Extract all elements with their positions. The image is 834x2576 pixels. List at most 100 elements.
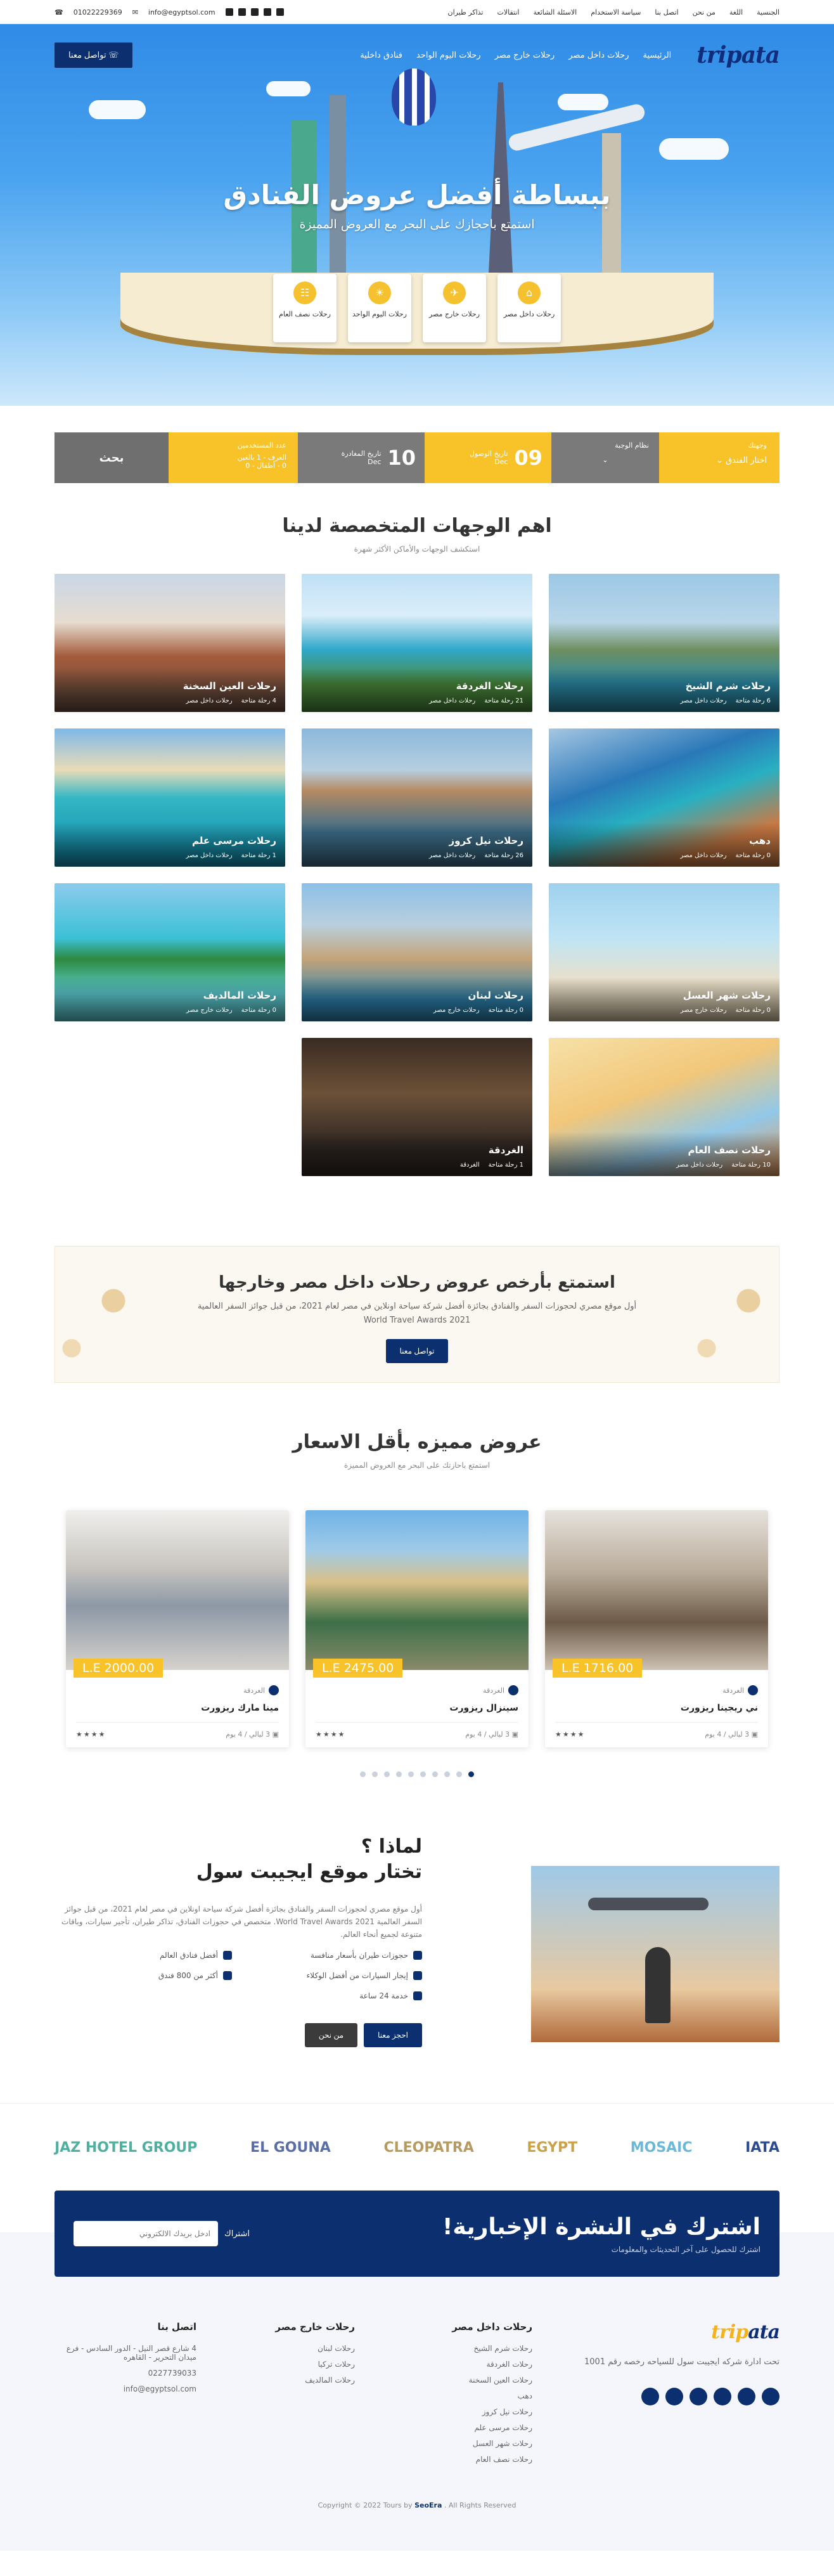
contact-button[interactable]: ☏ تواصل معنا [55,42,133,68]
meal-select[interactable]: نظام الوجبة ⌄ [551,432,659,483]
destination-card[interactable]: رحلات الغردقة 21 رحلة متاحة رحلات داخل مصر [302,574,532,712]
nav-home[interactable]: الرئيسية [643,51,671,60]
search-button[interactable]: بحث [55,432,169,483]
carousel-dot[interactable] [372,1771,378,1777]
instagram-icon[interactable] [250,8,259,16]
nav-international[interactable]: رحلات خارج مصر [495,51,555,60]
transfers-link[interactable]: انتقالات [497,8,520,16]
footer-link[interactable]: رحلات العين السخنة [387,2376,532,2385]
trip-count: 1 رحلة متاحة [241,852,276,859]
footer-link[interactable]: رحلات شرم الشيخ [387,2344,532,2353]
destination-card[interactable]: دهب 0 رحلة متاحة رحلات داخل مصر [549,728,779,867]
footer-link[interactable]: رحلات نيل كروز [387,2407,532,2416]
checkout-month: Dec [368,458,382,466]
trip-count: 21 رحلة متاحة [484,697,523,704]
destination-meta: 0 رحلة متاحة رحلات خارج مصر [186,1007,276,1014]
footer-link[interactable]: رحلات مرسى علم [387,2423,532,2432]
terms-link[interactable]: سياسة الاستخدام [591,8,641,16]
facebook-icon[interactable] [276,8,284,16]
nationality-link[interactable]: الجنسية [757,8,779,16]
destination-select[interactable]: وجهتك اختار الفندق ⌄ [659,432,779,483]
language-link[interactable]: اللغة [729,8,743,16]
destination-name: الغردقة [488,1144,523,1156]
footer-link[interactable]: رحلات المالديف [228,2376,355,2385]
offer-name[interactable]: مينا مارك ريزورت [76,1703,279,1713]
twitter-icon[interactable] [738,2388,755,2405]
destination-card[interactable]: رحلات المالديف 0 رحلة متاحة رحلات خارج مصر [55,883,285,1021]
destination-card[interactable]: رحلات نصف العام 10 رحلة متاحة رحلات داخل م… [549,1038,779,1176]
nav-day-trips[interactable]: رحلات اليوم الواحد [416,51,481,60]
footer-link[interactable]: دهب [387,2392,532,2400]
offer-name[interactable]: ني ريجينا ريزورت [555,1703,758,1713]
offer-card[interactable]: L.E 2000.00 الغردقة مينا مارك ريزورت ▣ 3 لي… [66,1510,289,1747]
book-button[interactable]: احجز معنا [364,2023,422,2047]
destination-card[interactable]: رحلات لبنان 0 رحلة متاحة رحلات خارج مصر [302,883,532,1021]
destination-card[interactable]: رحلات مرسى علم 1 رحلة متاحة رحلات داخل مصر [55,728,285,867]
promo-contact-button[interactable]: تواصل معنا [385,1339,449,1363]
footer-link[interactable]: رحلات الغردقة [387,2360,532,2369]
category-day-trips[interactable]: ☀ رحلات اليوم الواحد [348,274,411,342]
newsletter-email-input[interactable] [74,2221,218,2246]
destination-card[interactable]: رحلات شرم الشيخ 6 رحلة متاحة رحلات داخل مص… [549,574,779,712]
footer-link[interactable]: رحلات تركيا [228,2360,355,2369]
footer-contact-item[interactable]: info@egyptsol.com [57,2385,196,2393]
tiktok-icon[interactable] [238,8,246,16]
top-bar: الجنسية اللغة من نحن اتصل بنا سياسة الاس… [0,0,834,24]
guests-select[interactable]: عدد المستخدمين الغرف - 1 بالغين 0 - أطفا… [169,432,298,483]
offer-card[interactable]: L.E 2475.00 الغردقة سينزال ريزورت ▣ 3 ليالي… [305,1510,529,1747]
destination-meta: 1 رحلة متاحة الغردقة [460,1162,523,1168]
nav-domestic[interactable]: رحلات داخل مصر [568,51,629,60]
calendar-icon: ☷ [293,282,316,304]
tiktok-icon[interactable] [714,2388,731,2405]
instagram-icon[interactable] [690,2388,707,2405]
category-international[interactable]: ✈ رحلات خارج مصر [423,274,486,342]
faq-link[interactable]: الاسئلة الشائعة [533,8,577,16]
trip-count: 0 رحلة متاحة [488,1007,523,1014]
youtube-icon[interactable] [225,8,233,16]
feature-label: أفضل فنادق العالم [160,1951,218,1960]
twitter-icon[interactable] [263,8,271,16]
checkin-month: Dec [494,458,508,466]
email-address[interactable]: info@egyptsol.com [148,8,215,16]
checkin-date[interactable]: 09 تاريخ الوصول Dec [425,432,551,483]
subscribe-button[interactable]: اشتراك [224,2229,250,2239]
flights-link[interactable]: تذاكر طيران [448,8,484,16]
footer-link[interactable]: رحلات شهر العسل [387,2439,532,2448]
carousel-dot[interactable] [444,1771,450,1777]
checkout-date[interactable]: 10 تاريخ المغادرة Dec [298,432,425,483]
category-domestic[interactable]: ⌂ رحلات داخل مصر [497,274,561,342]
about-button[interactable]: من نحن [304,2023,358,2047]
destination-card[interactable]: الغردقة 1 رحلة متاحة الغردقة [302,1038,532,1176]
destination-card[interactable]: رحلات نيل كروز 26 رحلة متاحة رحلات داخل مص… [302,728,532,867]
category-half-year[interactable]: ☷ رحلات نصف العام [273,274,337,342]
trip-count: 0 رحلة متاحة [735,852,771,859]
destination-card[interactable]: رحلات شهر العسل 0 رحلة متاحة رحلات خارج مص… [549,883,779,1021]
carousel-dot[interactable] [432,1771,438,1777]
footer-contact-item[interactable]: 0227739033 [57,2369,196,2378]
phone-number[interactable]: 01022229369 [74,8,122,16]
footer-link[interactable]: رحلات لبنان [228,2344,355,2353]
offer-name[interactable]: سينزال ريزورت [316,1703,518,1713]
contact-link[interactable]: اتصل بنا [655,8,678,16]
copyright-brand[interactable]: SeoEra [414,2501,442,2509]
footer-logo[interactable]: tripata [564,2321,780,2343]
carousel-dot[interactable] [420,1771,426,1777]
carousel-dot[interactable] [408,1771,414,1777]
nav-hotels[interactable]: فنادق داخلية [360,51,402,60]
linkedin-icon[interactable] [665,2388,683,2405]
social-links [225,8,284,16]
about-link[interactable]: من نحن [693,8,715,16]
meal-label: نظام الوجبة [615,441,649,450]
offer-card[interactable]: L.E 1716.00 الغردقة ني ريجينا ريزورت ▣ 3 لي… [545,1510,768,1747]
carousel-dot[interactable] [468,1771,474,1777]
facebook-icon[interactable] [762,2388,779,2405]
footer-contact-item[interactable]: 4 شارع قصر النيل - الدور السادس - فرع مي… [57,2344,196,2362]
site-logo[interactable]: tripata [696,42,780,68]
destination-card[interactable]: رحلات العين السخنة 4 رحلة متاحة رحلات داخل… [55,574,285,712]
carousel-dot[interactable] [384,1771,390,1777]
carousel-dot[interactable] [456,1771,462,1777]
carousel-dot[interactable] [396,1771,402,1777]
youtube-icon[interactable] [641,2388,659,2405]
footer-link[interactable]: رحلات نصف العام [387,2455,532,2464]
carousel-dot[interactable] [360,1771,366,1777]
